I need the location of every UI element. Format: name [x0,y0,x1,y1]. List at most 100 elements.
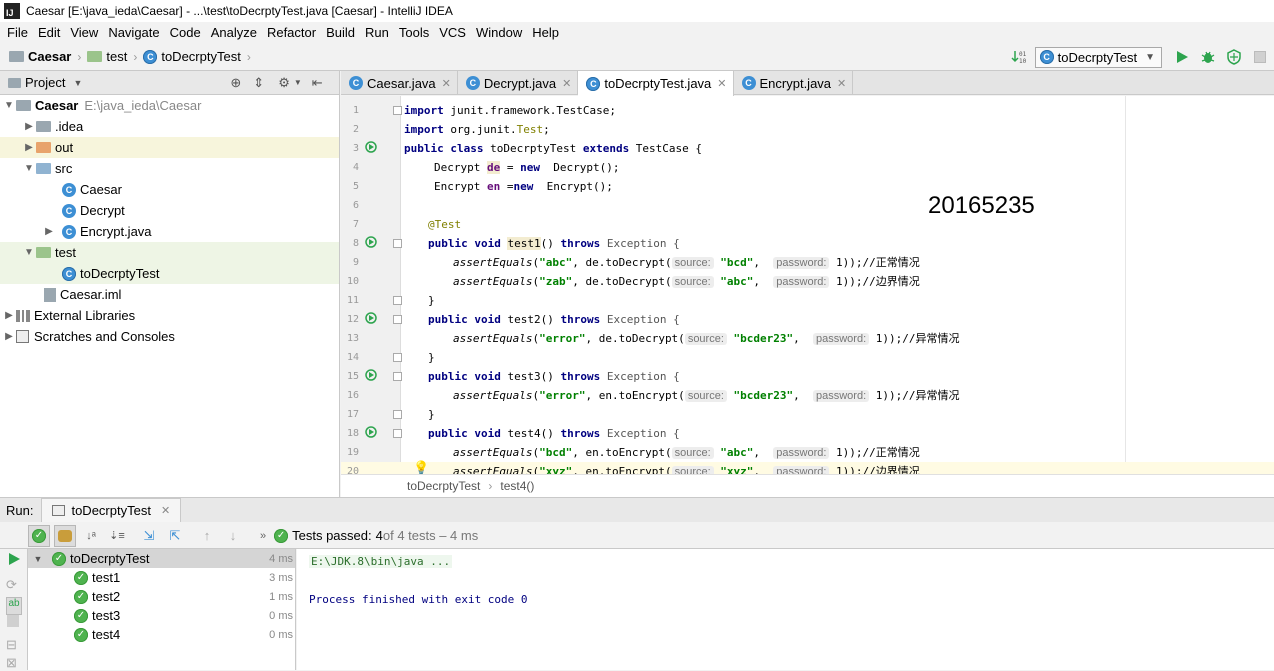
chevron-right-icon[interactable]: ▶ [42,226,56,237]
rerun-icon[interactable] [7,552,21,566]
code-line[interactable]: 2 import org.junit.Test; [341,120,1274,139]
tree-item-encrypt[interactable]: ▶ C Encrypt.java [0,221,339,242]
menu-window[interactable]: Window [471,22,527,43]
chevron-down-icon[interactable]: ▼ [22,247,36,258]
run-config-selector[interactable]: C toDecrptyTest ▼ [1034,46,1162,68]
rerun-failed-icon[interactable]: ⟳ [6,577,17,593]
fold-icon[interactable] [393,429,402,438]
debug-button[interactable] [1198,47,1218,67]
run-test-icon[interactable] [365,369,379,383]
menu-vcs[interactable]: VCS [434,22,471,43]
code-line[interactable]: 4 Decrypt de = new Decrypt(); [341,158,1274,177]
chevron-down-icon[interactable]: ▼ [2,100,16,111]
code-line[interactable]: 1 import junit.framework.TestCase; [341,101,1274,120]
fold-icon[interactable] [393,106,402,115]
menu-help[interactable]: Help [527,22,564,43]
chevron-down-icon[interactable]: ▼ [73,78,82,88]
code-line[interactable]: 3 public class toDecrptyTest extends Test… [341,139,1274,158]
tree-item-caesar-module[interactable]: ▼ Caesar E:\java_ieda\Caesar [0,95,339,116]
locate-icon[interactable]: ⊕ [230,75,241,91]
chevron-right-icon[interactable]: ▶ [2,331,16,342]
show-passed-button[interactable]: ✓ [28,524,50,547]
expand-all-button[interactable]: ⇲ [138,525,160,547]
close-icon[interactable]: ✕ [837,77,846,90]
fold-icon[interactable] [393,372,402,381]
breadcrumb-class[interactable]: toDecrptyTest [407,479,480,493]
tree-item-scratches[interactable]: ▶ Scratches and Consoles [0,326,339,347]
export-icon[interactable]: ⊠ [6,655,17,671]
collapse-all-button[interactable]: ⇱ [164,525,186,547]
code-line[interactable]: 8 public void test1() throws Exception { [341,234,1274,253]
fold-icon[interactable] [393,353,402,362]
code-line[interactable]: 11} [341,291,1274,310]
breadcrumb-method[interactable]: test4() [500,479,534,493]
close-icon[interactable]: ✕ [442,77,451,90]
code-line[interactable]: 13 assertEquals("error", de.toDecrypt(sou… [341,329,1274,348]
close-icon[interactable]: ✕ [717,77,726,90]
tree-item-decrypt[interactable]: C Decrypt [0,200,339,221]
code-line[interactable]: 6 [341,196,1274,215]
menu-edit[interactable]: Edit [33,22,65,43]
tree-item-todecrptytest[interactable]: C toDecrptyTest [0,263,339,284]
code-line[interactable]: 14} [341,348,1274,367]
code-line[interactable]: 20 assertEquals("xyz", en.toEncrypt(sourc… [341,462,1274,474]
chevron-right-icon[interactable]: ▶ [22,142,36,153]
code-line[interactable]: 17} [341,405,1274,424]
menu-view[interactable]: View [65,22,103,43]
show-ignored-button[interactable] [54,524,76,547]
test-row[interactable]: ✓ test3 0 ms [28,606,295,625]
run-console[interactable]: E:\JDK.8\bin\java ... Process finished w… [297,549,1274,670]
test-row-root[interactable]: ▼ ✓ toDecrptyTest 4 ms [28,549,295,568]
tree-item-external-libraries[interactable]: ▶ External Libraries [0,305,339,326]
menu-tools[interactable]: Tools [394,22,434,43]
close-icon[interactable]: ✕ [161,504,170,517]
menu-analyze[interactable]: Analyze [206,22,262,43]
project-panel-title[interactable]: Project [25,75,65,90]
stop-icon[interactable] [7,615,19,627]
tree-item-caesar-iml[interactable]: Caesar.iml [0,284,339,305]
tab-caesar-java[interactable]: C Caesar.java ✕ [341,71,458,95]
menu-refactor[interactable]: Refactor [262,22,321,43]
tab-todecrptytest-java[interactable]: C toDecrptyTest.java ✕ [578,71,734,96]
fold-icon[interactable] [393,239,402,248]
lightbulb-icon[interactable]: 💡 [413,460,429,474]
code-line[interactable]: 7 @Test [341,215,1274,234]
tree-item-idea[interactable]: ▶ .idea [0,116,339,137]
code-line[interactable]: 18 public void test4() throws Exception { [341,424,1274,443]
chevron-down-icon[interactable]: ▼ [22,163,36,174]
tab-encrypt-java[interactable]: C Encrypt.java ✕ [734,71,854,95]
fold-icon[interactable] [393,315,402,324]
code-line[interactable]: 9 assertEquals("abc", de.toDecrypt(source… [341,253,1274,272]
prev-failed-button[interactable]: ↑ [196,525,218,547]
coverage-button[interactable] [1224,47,1244,67]
code-line[interactable]: 15 public void test3() throws Exception { [341,367,1274,386]
close-icon[interactable]: ✕ [562,77,571,90]
code-line[interactable]: 5 Encrypt en =new Encrypt(); [341,177,1274,196]
nav-crumb-project[interactable]: Caesar [6,49,74,64]
menu-code[interactable]: Code [165,22,206,43]
toggle-autotest-icon[interactable]: ab [6,597,22,615]
fold-icon[interactable] [393,296,402,305]
sort-icon[interactable]: 01 10 [1009,47,1029,67]
tree-item-out[interactable]: ▶ out [0,137,339,158]
run-tab[interactable]: toDecrptyTest ✕ [41,498,182,522]
sort-alpha-button[interactable]: ↓ᵃ [80,525,102,547]
fold-icon[interactable] [393,410,402,419]
menu-run[interactable]: Run [360,22,394,43]
tree-item-caesar-class[interactable]: C Caesar [0,179,339,200]
code-editor[interactable]: 1 import junit.framework.TestCase; 2 impor… [341,96,1274,474]
nav-crumb-folder[interactable]: test [84,49,130,64]
run-test-icon[interactable] [365,236,379,250]
chevron-down-icon[interactable]: ▼ [30,554,46,564]
run-test-icon[interactable] [365,426,379,440]
chevron-right-icon[interactable]: ▶ [2,310,16,321]
test-row[interactable]: ✓ test1 3 ms [28,568,295,587]
gear-icon[interactable]: ⚙ [278,75,290,91]
sort-duration-button[interactable]: ⇣≡ [106,525,128,547]
menu-file[interactable]: File [2,22,33,43]
nav-crumb-file[interactable]: C toDecrptyTest [140,49,243,64]
code-line[interactable]: 16 assertEquals("error", en.toEncrypt(sou… [341,386,1274,405]
chevron-right-icon[interactable]: ▶ [22,121,36,132]
next-failed-button[interactable]: ↓ [222,525,244,547]
code-line[interactable]: 19 assertEquals("bcd", en.toEncrypt(sourc… [341,443,1274,462]
